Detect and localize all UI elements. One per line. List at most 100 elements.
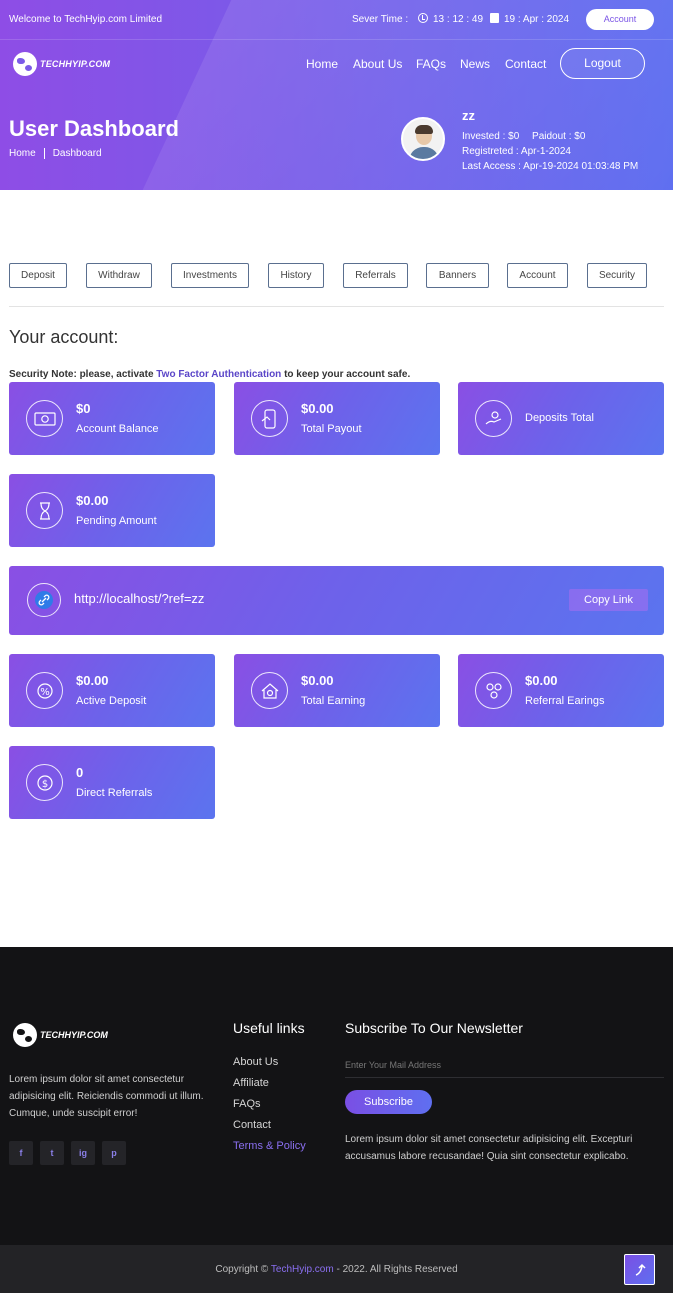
footer-logo-text: TECHHYIP.COM	[40, 1030, 108, 1040]
newsletter-email-input[interactable]	[345, 1052, 664, 1078]
newsletter-text: Lorem ipsum dolor sit amet consectetur a…	[345, 1134, 633, 1162]
logo-text: TECHHYIP.COM	[40, 59, 111, 69]
tab-security[interactable]: Security	[587, 263, 647, 288]
dollar-cycle-icon: $	[26, 764, 63, 801]
clock-icon	[418, 13, 428, 23]
card-total-payout: $0.00 Total Payout	[234, 382, 440, 455]
link-icon	[35, 591, 53, 609]
logout-button[interactable]: Logout	[560, 48, 645, 79]
svg-text:$: $	[41, 779, 47, 790]
nav-home[interactable]: Home	[306, 57, 338, 71]
globe-icon	[13, 52, 37, 76]
breadcrumb-current: Dashboard	[52, 148, 102, 159]
footer-logo[interactable]: TECHHYIP.COM	[13, 1023, 108, 1047]
tab-investments[interactable]: Investments	[171, 263, 249, 288]
nav-contact[interactable]: Contact	[505, 57, 546, 71]
account-balance-value: $0	[76, 401, 91, 416]
tab-referrals[interactable]: Referrals	[343, 263, 408, 288]
useful-links-title: Useful links	[233, 1020, 305, 1036]
payout-icon	[251, 400, 288, 437]
tab-banners[interactable]: Banners	[426, 263, 489, 288]
newsletter-title: Subscribe To Our Newsletter	[345, 1020, 523, 1036]
tab-deposit[interactable]: Deposit	[9, 263, 67, 288]
referral-icon	[475, 672, 512, 709]
tab-account[interactable]: Account	[507, 263, 568, 288]
page-title: User Dashboard	[9, 116, 179, 141]
nav-news[interactable]: News	[460, 57, 490, 71]
user-name: zz	[462, 108, 475, 123]
card-account-balance: $0 Account Balance	[9, 382, 215, 455]
topbar: Welcome to TechHyip.com Limited Sever Ti…	[0, 0, 673, 40]
scroll-to-top-button[interactable]	[624, 1254, 655, 1285]
account-balance-label: Account Balance	[76, 423, 159, 435]
user-registered: Registreted : Apr-1-2024	[462, 146, 571, 157]
welcome-text: Welcome to TechHyip.com Limited	[9, 14, 163, 25]
active-deposit-icon: %	[26, 672, 63, 709]
nav-faqs[interactable]: FAQs	[416, 57, 446, 71]
user-paidout: Paidout : $0	[532, 131, 586, 142]
total-payout-value: $0.00	[301, 401, 334, 416]
footer-link-about[interactable]: About Us	[233, 1056, 278, 1068]
server-time: 13 : 12 : 49	[433, 14, 484, 25]
total-earning-label: Total Earning	[301, 695, 366, 707]
arrow-up-icon	[635, 1263, 646, 1276]
breadcrumb-home[interactable]: Home	[9, 148, 36, 159]
user-invested-row: Invested : $0 Paidout : $0	[462, 131, 585, 142]
active-deposit-label: Active Deposit	[76, 695, 147, 707]
security-note-prefix: Security Note: please, activate	[9, 369, 157, 380]
card-referral-earnings: $0.00 Referral Earings	[458, 654, 664, 727]
section-divider	[9, 306, 664, 307]
site-logo[interactable]: TECHHYIP.COM	[13, 52, 110, 76]
avatar-body	[409, 147, 439, 159]
instagram-icon[interactable]: ig	[71, 1141, 95, 1165]
deposit-icon	[475, 400, 512, 437]
breadcrumb-separator	[43, 148, 45, 159]
referral-earnings-value: $0.00	[525, 673, 558, 688]
active-deposit-value: $0.00	[76, 673, 109, 688]
nav-about[interactable]: About Us	[353, 57, 402, 71]
referral-link-card: http://localhost/?ref=zz Copy Link	[9, 566, 664, 635]
user-invested: Invested : $0	[462, 131, 520, 142]
footer-link-contact[interactable]: Contact	[233, 1119, 271, 1131]
hero-header: Welcome to TechHyip.com Limited Sever Ti…	[0, 0, 673, 190]
subscribe-button[interactable]: Subscribe	[345, 1090, 432, 1114]
footer-link-faqs[interactable]: FAQs	[233, 1098, 261, 1110]
pending-amount-value: $0.00	[76, 493, 109, 508]
card-total-earning: $0.00 Total Earning	[234, 654, 440, 727]
tab-history[interactable]: History	[268, 263, 324, 288]
direct-referrals-value: 0	[76, 765, 84, 780]
footer-link-terms[interactable]: Terms & Policy	[233, 1140, 306, 1152]
referral-url: http://localhost/?ref=zz	[74, 591, 205, 606]
copyright-prefix: Copyright ©	[215, 1264, 271, 1275]
server-time-label: Sever Time :	[352, 14, 409, 25]
total-payout-label: Total Payout	[301, 423, 362, 435]
security-note-suffix: to keep your account safe.	[281, 369, 411, 380]
two-factor-link[interactable]: Two Factor Authentication	[156, 369, 281, 380]
user-last-access: Last Access : Apr-19-2024 01:03:48 PM	[462, 161, 639, 172]
server-date: 19 : Apr : 2024	[504, 14, 570, 25]
security-note: Security Note: please, activate Two Fact…	[9, 369, 410, 380]
twitter-icon[interactable]: t	[40, 1141, 64, 1165]
referral-earnings-label: Referral Earings	[525, 695, 605, 707]
footer-link-affiliate[interactable]: Affiliate	[233, 1077, 269, 1089]
pending-amount-label: Pending Amount	[76, 515, 157, 527]
globe-icon	[13, 1023, 37, 1047]
money-icon	[26, 400, 63, 437]
svg-text:%: %	[40, 687, 50, 698]
breadcrumb: Home Dashboard	[9, 148, 102, 159]
card-pending-amount: $0.00 Pending Amount	[9, 474, 215, 547]
footer-about-text: Lorem ipsum dolor sit amet consectetur a…	[9, 1074, 204, 1119]
facebook-icon[interactable]: f	[9, 1141, 33, 1165]
deposits-total-label: Deposits Total	[525, 412, 594, 424]
copy-link-button[interactable]: Copy Link	[569, 589, 648, 611]
total-earning-value: $0.00	[301, 673, 334, 688]
footer: TECHHYIP.COM Lorem ipsum dolor sit amet …	[0, 947, 673, 1245]
copyright-brand-link[interactable]: TechHyip.com	[271, 1264, 334, 1275]
account-button[interactable]: Account	[586, 9, 654, 30]
pinterest-icon[interactable]: p	[102, 1141, 126, 1165]
tab-withdraw[interactable]: Withdraw	[86, 263, 152, 288]
avatar-hair	[415, 125, 433, 134]
card-active-deposit: % $0.00 Active Deposit	[9, 654, 215, 727]
calendar-icon	[490, 13, 499, 23]
copyright-bar: Copyright © TechHyip.com - 2022. All Rig…	[0, 1245, 673, 1293]
